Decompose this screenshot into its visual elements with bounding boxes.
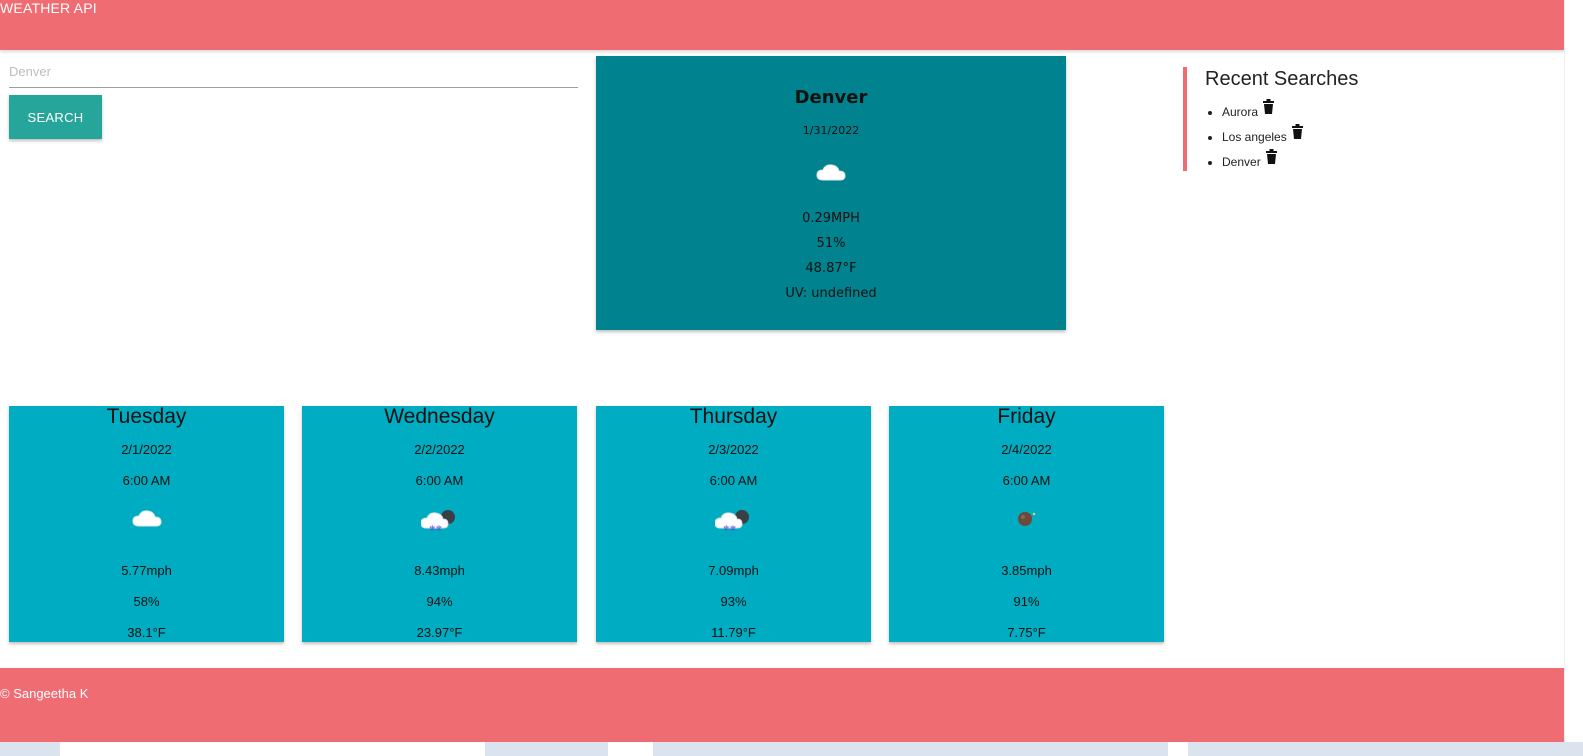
search-section: SEARCH bbox=[9, 56, 578, 139]
recent-search-item[interactable]: Los angeles bbox=[1222, 120, 1565, 145]
current-wind: 0.29MPH bbox=[802, 211, 860, 226]
forecast-wind: 3.85mph bbox=[1001, 563, 1052, 578]
forecast-day: Tuesday bbox=[106, 405, 187, 428]
strip-segment bbox=[608, 742, 653, 756]
app-title: WEATHER API bbox=[0, 0, 97, 16]
current-date: 1/31/2022 bbox=[802, 124, 860, 137]
svg-text:❄❄: ❄❄ bbox=[723, 524, 736, 532]
forecast-date: 2/4/2022 bbox=[1001, 442, 1052, 457]
recent-searches-heading: Recent Searches bbox=[1205, 68, 1359, 90]
snow-cloud-icon: ❄❄ bbox=[596, 508, 871, 538]
forecast-temperature: 7.75°F bbox=[1007, 625, 1046, 640]
recent-search-item[interactable]: Aurora bbox=[1222, 95, 1565, 120]
svg-text:❄❄: ❄❄ bbox=[429, 524, 442, 532]
trash-icon[interactable] bbox=[1266, 145, 1278, 176]
strip-segment bbox=[60, 742, 485, 756]
forecast-date: 2/3/2022 bbox=[708, 442, 759, 457]
current-temperature: 48.87°F bbox=[805, 261, 857, 276]
forecast-time: 6:00 AM bbox=[122, 473, 171, 488]
forecast-humidity: 93% bbox=[720, 594, 747, 609]
forecast-wind: 7.09mph bbox=[708, 563, 759, 578]
snow-cloud-icon: ❄❄ bbox=[302, 508, 577, 538]
recent-search-label[interactable]: Los angeles bbox=[1222, 130, 1287, 144]
current-humidity: 51% bbox=[816, 236, 846, 251]
header-bar: WEATHER API bbox=[0, 0, 1565, 50]
recent-searches-list: Aurora Los angeles Denver bbox=[1205, 95, 1565, 170]
forecast-humidity: 94% bbox=[426, 594, 453, 609]
forecast-date: 2/1/2022 bbox=[121, 442, 172, 457]
forecast-date: 2/2/2022 bbox=[414, 442, 465, 457]
current-city: Denver bbox=[794, 87, 868, 108]
forecast-day: Thursday bbox=[689, 405, 778, 428]
search-button[interactable]: SEARCH bbox=[9, 95, 102, 139]
window-bottom-strip bbox=[0, 742, 1583, 756]
forecast-card-friday: Friday 2/4/2022 6:00 AM 3.85mph 91% 7.75… bbox=[889, 406, 1164, 642]
current-weather-card: Denver 1/31/2022 0.29MPH 51% 48.87°F UV:… bbox=[596, 56, 1066, 330]
forecast-day: Friday bbox=[997, 405, 1056, 428]
clear-night-icon bbox=[889, 508, 1164, 534]
recent-searches: Recent Searches Aurora Los angeles Denve… bbox=[1183, 67, 1565, 171]
forecast-time: 6:00 AM bbox=[415, 473, 464, 488]
trash-icon[interactable] bbox=[1292, 120, 1304, 151]
strip-segment bbox=[1168, 742, 1188, 756]
forecast-wind: 8.43mph bbox=[414, 563, 465, 578]
current-uv-index: UV: undefined bbox=[785, 286, 877, 301]
footer-copyright: © Sangeetha K bbox=[0, 686, 89, 701]
footer-bar: © Sangeetha K bbox=[0, 668, 1565, 742]
forecast-card-tuesday: Tuesday 2/1/2022 6:00 AM 5.77mph 58% 38.… bbox=[9, 406, 284, 642]
forecast-wind: 5.77mph bbox=[121, 563, 172, 578]
forecast-card-wednesday: Wednesday 2/2/2022 6:00 AM ❄❄ 8.43mph 94… bbox=[302, 406, 577, 642]
vertical-scrollbar[interactable] bbox=[1564, 0, 1583, 742]
recent-search-item[interactable]: Denver bbox=[1222, 145, 1565, 170]
recent-search-label[interactable]: Denver bbox=[1222, 155, 1261, 169]
forecast-card-thursday: Thursday 2/3/2022 6:00 AM ❄❄ 7.09mph 93%… bbox=[596, 406, 871, 642]
recent-search-label[interactable]: Aurora bbox=[1222, 105, 1258, 119]
forecast-humidity: 58% bbox=[133, 594, 160, 609]
city-search-input[interactable] bbox=[9, 56, 578, 88]
forecast-humidity: 91% bbox=[1013, 594, 1040, 609]
forecast-time: 6:00 AM bbox=[709, 473, 758, 488]
cloud-icon bbox=[9, 508, 284, 534]
cloud-icon bbox=[596, 160, 1066, 188]
forecast-temperature: 23.97°F bbox=[416, 625, 463, 640]
forecast-time: 6:00 AM bbox=[1002, 473, 1051, 488]
forecast-temperature: 38.1°F bbox=[127, 625, 166, 640]
forecast-day: Wednesday bbox=[384, 405, 495, 428]
forecast-temperature: 11.79°F bbox=[711, 625, 756, 640]
